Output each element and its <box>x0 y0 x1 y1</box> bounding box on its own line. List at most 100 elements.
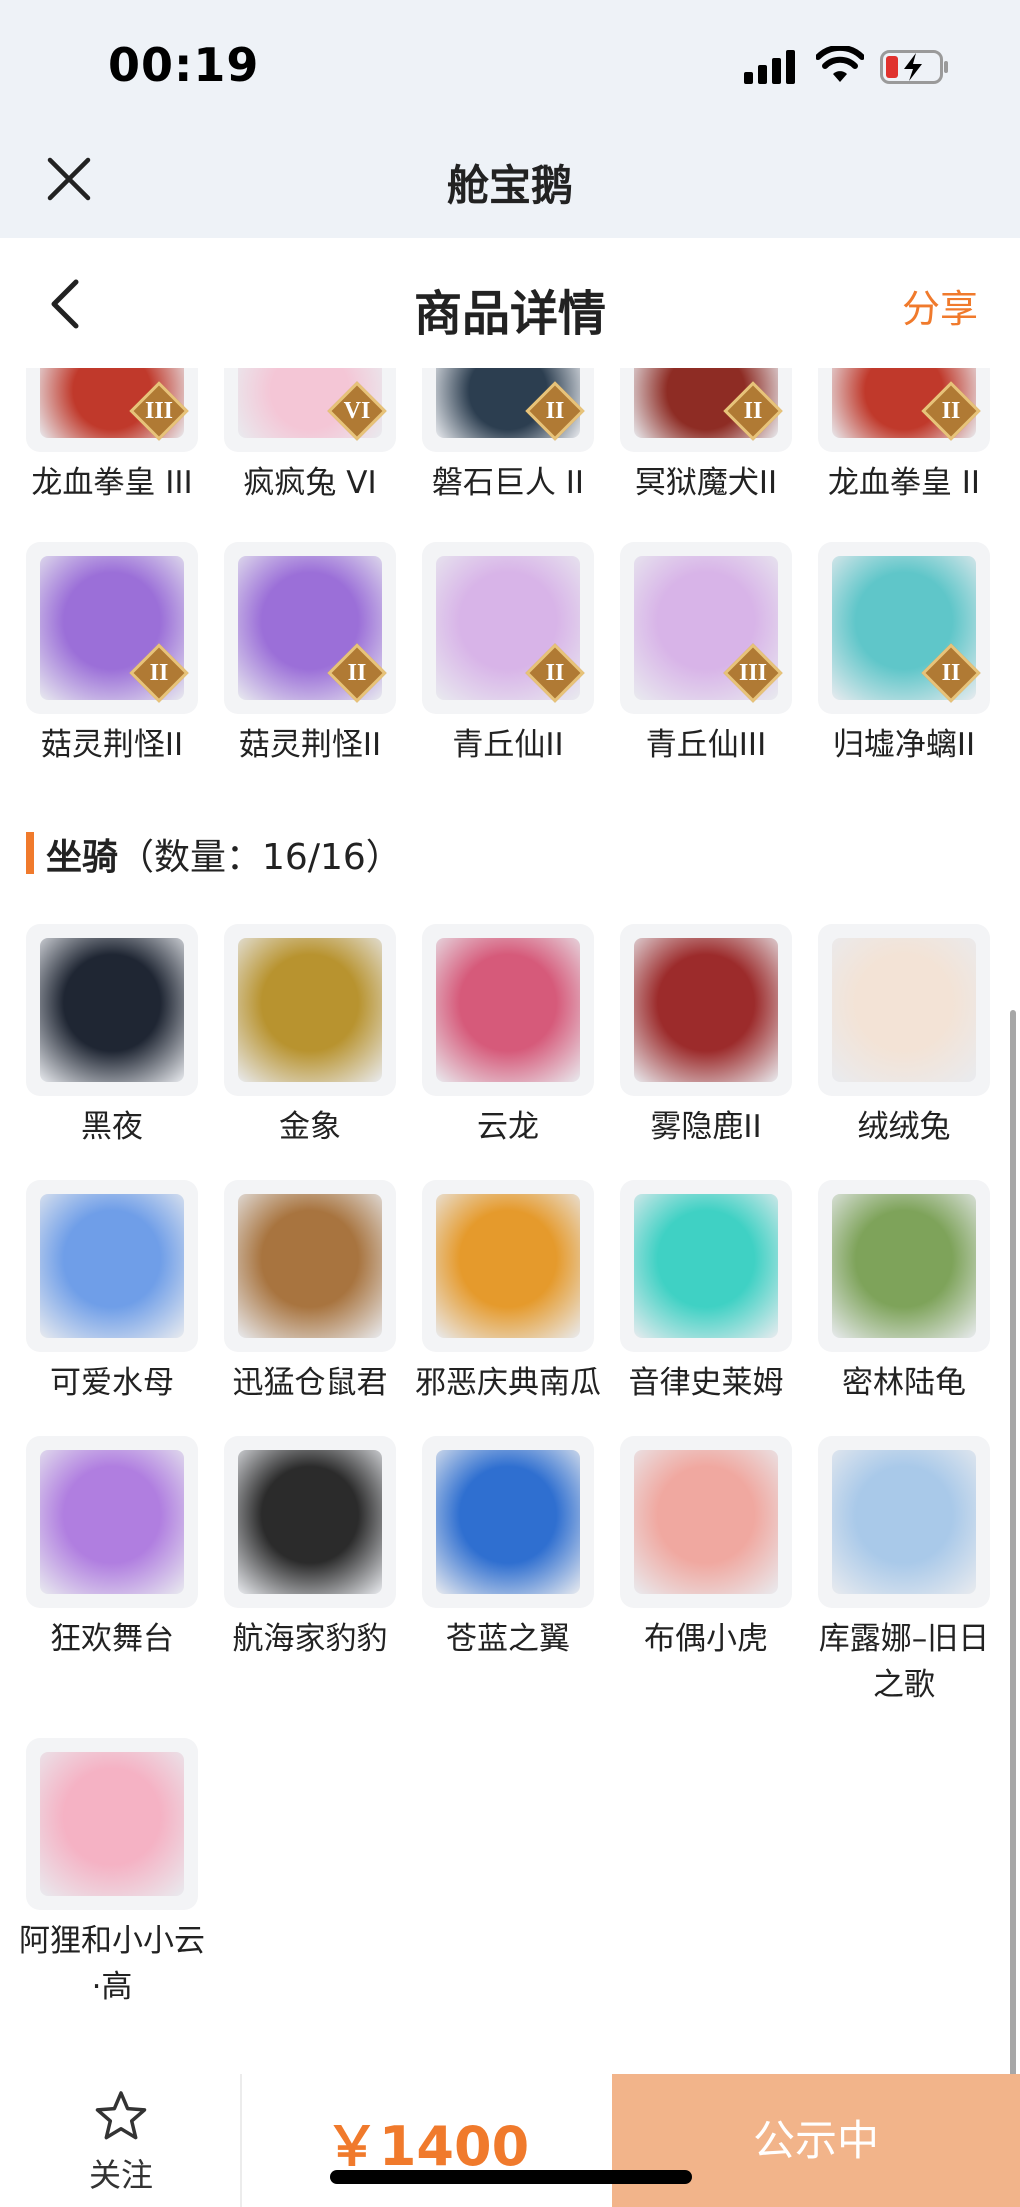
item-card[interactable]: II 龙血拳皇 II <box>818 368 990 506</box>
item-card[interactable]: 狂欢舞台 <box>26 1436 198 1708</box>
item-image <box>832 1194 976 1338</box>
rank-badge-text: II <box>941 398 961 424</box>
item-thumbnail: II <box>422 368 594 452</box>
rank-badge-text: III <box>738 660 768 686</box>
item-thumbnail: II <box>818 542 990 714</box>
item-card[interactable]: 苍蓝之翼 <box>422 1436 594 1708</box>
item-card[interactable]: 阿狸和小小云·高 <box>19 1738 205 2010</box>
item-name: 航海家豹豹 <box>232 1621 388 1657</box>
item-card[interactable]: II 菇灵荆怪II <box>26 542 198 768</box>
item-name: 邪恶庆典南瓜 <box>415 1365 601 1401</box>
rank-badge-text: II <box>743 398 763 424</box>
item-thumbnail <box>224 1180 396 1352</box>
item-image <box>238 1450 382 1594</box>
share-button[interactable]: 分享 <box>902 278 978 333</box>
item-card[interactable]: III 青丘仙III <box>620 542 792 768</box>
section-accent-bar <box>26 832 34 874</box>
mounts-grid: 黑夜 金象 云龙 雾隐鹿II 绒绒兔可爱水母 迅猛仓鼠君 邪恶庆典南瓜 音律史莱姆 密林陆龟狂欢… <box>19 924 990 2010</box>
rank-badge-text: III <box>144 398 174 424</box>
item-thumbnail <box>26 924 198 1096</box>
item-thumbnail <box>620 1180 792 1352</box>
item-name: 迅猛仓鼠君 <box>232 1365 388 1401</box>
item-image <box>832 1450 976 1594</box>
item-card[interactable]: III 龙血拳皇 III <box>26 368 198 506</box>
item-image <box>436 1450 580 1594</box>
item-card[interactable]: 密林陆龟 <box>818 1180 990 1406</box>
battery-icon <box>880 50 948 84</box>
skin-grid-top: III 龙血拳皇 III VI 疯疯兔 VI II 磐石巨人 II II 冥狱魔犬II II 龙血… <box>26 368 990 506</box>
item-card[interactable]: II 冥狱魔犬II <box>620 368 792 506</box>
item-image <box>40 1450 184 1594</box>
item-name: 雾隐鹿II <box>650 1109 762 1145</box>
content-scroll[interactable]: III 龙血拳皇 III VI 疯疯兔 VI II 磐石巨人 II II 冥狱魔犬II II 龙血… <box>0 368 1020 2074</box>
item-image <box>238 938 382 1082</box>
item-thumbnail: II <box>818 368 990 452</box>
item-thumbnail <box>620 924 792 1096</box>
item-card[interactable]: 邪恶庆典南瓜 <box>415 1180 601 1406</box>
item-thumbnail <box>26 1180 198 1352</box>
item-card[interactable]: II 菇灵荆怪II <box>224 542 396 768</box>
item-name: 黑夜 <box>81 1109 143 1145</box>
item-thumbnail: II <box>620 368 792 452</box>
rank-badge-text: VI <box>343 398 371 424</box>
item-image <box>40 1752 184 1896</box>
item-card[interactable]: 布偶小虎 <box>620 1436 792 1708</box>
item-name: 疯疯兔 VI <box>243 465 377 501</box>
rank-badge-text: II <box>545 660 565 686</box>
item-thumbnail: II <box>26 542 198 714</box>
item-card[interactable]: 雾隐鹿II <box>620 924 792 1150</box>
item-name: 青丘仙II <box>452 727 564 763</box>
item-name: 绒绒兔 <box>857 1109 951 1145</box>
item-card[interactable]: 金象 <box>224 924 396 1150</box>
item-card[interactable]: 音律史莱姆 <box>620 1180 792 1406</box>
item-thumbnail <box>224 1436 396 1608</box>
item-name: 金象 <box>279 1109 341 1145</box>
rank-badge-text: II <box>149 660 169 686</box>
scrollbar[interactable] <box>1010 1010 1016 2080</box>
item-card[interactable]: VI 疯疯兔 VI <box>224 368 396 506</box>
page-title: 商品详情 <box>413 286 606 342</box>
item-card[interactable]: 航海家豹豹 <box>224 1436 396 1708</box>
item-name: 菇灵荆怪II <box>40 727 184 763</box>
item-name: 云龙 <box>477 1109 539 1145</box>
item-image <box>436 1194 580 1338</box>
app-title: 舱宝鹅 <box>446 161 573 210</box>
item-name: 苍蓝之翼 <box>446 1621 570 1657</box>
item-card[interactable]: II 磐石巨人 II <box>422 368 594 506</box>
item-name: 可爱水母 <box>50 1365 174 1401</box>
item-thumbnail <box>818 924 990 1096</box>
item-card[interactable]: 库露娜–旧日之歌 <box>818 1436 990 1708</box>
item-image <box>436 938 580 1082</box>
item-card[interactable]: 迅猛仓鼠君 <box>224 1180 396 1406</box>
item-name: 归墟净螭II <box>832 727 976 763</box>
status-time: 00:19 <box>108 38 260 92</box>
item-thumbnail <box>26 1738 198 1910</box>
item-card[interactable]: II 归墟净螭II <box>818 542 990 768</box>
item-name: 冥狱魔犬II <box>634 465 778 501</box>
item-name: 菇灵荆怪II <box>238 727 382 763</box>
item-card[interactable]: 绒绒兔 <box>818 924 990 1150</box>
signal-icon <box>744 50 796 84</box>
item-card[interactable]: 黑夜 <box>26 924 198 1150</box>
follow-button[interactable]: 关注 <box>0 2074 242 2207</box>
item-card[interactable]: II 青丘仙II <box>422 542 594 768</box>
item-card[interactable]: 可爱水母 <box>26 1180 198 1406</box>
item-thumbnail <box>422 1180 594 1352</box>
section-title-mounts: 坐骑（数量：16/16） <box>46 828 402 880</box>
item-name: 狂欢舞台 <box>50 1621 174 1657</box>
skin-grid-second: II 菇灵荆怪II II 菇灵荆怪II II 青丘仙II III 青丘仙III II 归墟净螭II <box>26 542 990 768</box>
item-thumbnail <box>818 1436 990 1608</box>
item-thumbnail: II <box>422 542 594 714</box>
item-name: 龙血拳皇 III <box>31 465 193 501</box>
section-count: （数量：16/16） <box>118 837 402 878</box>
item-name: 密林陆龟 <box>842 1365 966 1401</box>
section-title-label: 坐骑 <box>46 837 119 878</box>
item-card[interactable]: 云龙 <box>422 924 594 1150</box>
wifi-icon <box>816 46 864 82</box>
bottom-bar: 关注 ￥1400 公示中 <box>0 2074 1020 2207</box>
star-icon <box>95 2091 147 2140</box>
public-status-button[interactable]: 公示中 <box>612 2074 1020 2207</box>
home-indicator <box>330 2170 692 2184</box>
item-thumbnail: VI <box>224 368 396 452</box>
item-thumbnail <box>620 1436 792 1608</box>
